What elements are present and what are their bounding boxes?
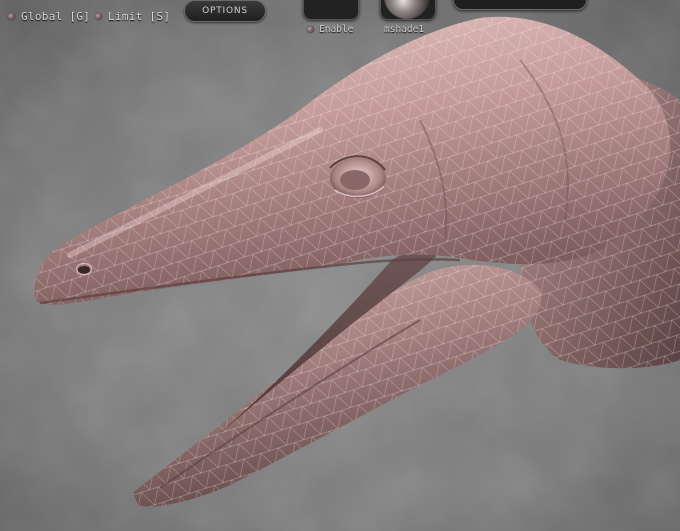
sculpt-app: Global [G] Limit [S] OPTIONS Enable msha… [0,0,680,531]
global-label: Global [G] [21,10,91,23]
options-button-label: OPTIONS [202,6,248,16]
enable-radio-icon[interactable] [307,26,314,33]
viewport-canvas[interactable] [0,0,680,531]
limit-radio-icon[interactable] [95,13,102,20]
material-label: mshade1 [384,24,425,35]
sphere-matcap-icon [384,0,430,19]
options-button[interactable]: OPTIONS [184,0,266,22]
material-name: mshade1 [384,24,424,35]
enable-toggle[interactable]: Enable [307,24,353,35]
material-swatch[interactable] [380,0,436,20]
enable-label: Enable [319,24,354,35]
limit-label: Limit [S] [108,10,171,23]
global-radio-icon[interactable] [8,13,15,20]
model-render [0,0,680,531]
enable-swatch[interactable] [303,0,359,20]
global-option[interactable]: Global [G] [8,10,90,23]
limit-option[interactable]: Limit [S] [95,10,170,23]
toolbar-slot[interactable] [453,0,587,10]
